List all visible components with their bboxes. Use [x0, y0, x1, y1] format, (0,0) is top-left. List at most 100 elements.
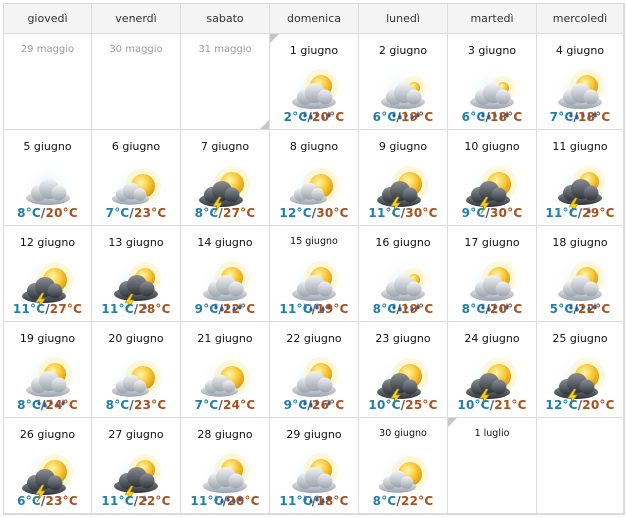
day-temperatures: 11°C/28°C	[92, 302, 180, 316]
day-header-0: giovedì	[4, 4, 92, 34]
day-cell[interactable]: 27 giugno 11°C/22°C	[92, 418, 181, 514]
day-cell[interactable]: 9 giugno 11°C/30°C	[359, 130, 448, 226]
max-temperature: 20°C	[490, 302, 523, 316]
day-cell[interactable]: 7 giugno 8°C/27°C	[181, 130, 270, 226]
max-temperature: 22°C	[138, 494, 171, 508]
max-temperature: 26°C	[312, 398, 345, 412]
day-cell[interactable]: 24 giugno 10°C/21°C	[448, 322, 537, 418]
day-cell[interactable]: 14 giugno 9°C/22°C	[181, 226, 270, 322]
day-cell[interactable]: 11 giugno 11°C/29°C	[537, 130, 624, 226]
day-temperatures: 7°C/18°C	[537, 110, 623, 124]
day-temperatures: 6°C/18°C	[448, 110, 536, 124]
day-temperatures: 6°C/19°C	[359, 110, 447, 124]
day-date: 29 maggio	[20, 44, 75, 55]
min-temperature: 10°C	[368, 398, 401, 412]
max-temperature: 19°C	[316, 302, 349, 316]
max-temperature: 20°C	[45, 206, 78, 220]
day-date: 5 giugno	[23, 140, 72, 153]
min-temperature: 8°C	[17, 398, 41, 412]
day-cell[interactable]: 16 giugno 8°C/19°C	[359, 226, 448, 322]
max-temperature: 23°C	[134, 206, 167, 220]
day-temperatures: 2°C/20°C	[270, 110, 358, 124]
min-temperature: 7°C	[105, 206, 130, 220]
day-temperatures: 8°C/20°C	[448, 302, 536, 316]
day-cell[interactable]: 26 giugno 6°C/23°C	[4, 418, 92, 514]
day-temperatures: 12°C/30°C	[270, 206, 358, 220]
day-cell[interactable]: 29 giugno 11°C/18°C	[270, 418, 359, 514]
day-cell[interactable]: 18 giugno 5°C/22°C	[537, 226, 624, 322]
max-temperature: 20°C	[582, 398, 615, 412]
day-cell[interactable]: 5 giugno 8°C/20°C	[4, 130, 92, 226]
day-cell[interactable]: 22 giugno 9°C/26°C	[270, 322, 359, 418]
day-temperatures: 8°C/24°C	[4, 398, 91, 412]
max-temperature: 22°C	[578, 302, 611, 316]
day-cell[interactable]: 25 giugno 12°C/20°C	[537, 322, 624, 418]
day-date: 10 giugno	[464, 140, 520, 153]
day-temperatures: 8°C/27°C	[181, 206, 269, 220]
day-cell[interactable]: 12 giugno 11°C/27°C	[4, 226, 92, 322]
min-temperature: 11°C	[545, 206, 578, 220]
day-date: 25 giugno	[552, 332, 608, 345]
max-temperature: 23°C	[45, 494, 78, 508]
day-cell[interactable]: 8 giugno 12°C/30°C	[270, 130, 359, 226]
day-cell[interactable]: 19 giugno 8°C/24°C	[4, 322, 92, 418]
day-cell[interactable]: 10 giugno 9°C/30°C	[448, 130, 537, 226]
max-temperature: 18°C	[490, 110, 523, 124]
day-cell[interactable]: 23 giugno 10°C/25°C	[359, 322, 448, 418]
day-temperatures: 11°C/22°C	[92, 494, 180, 508]
day-cell[interactable]: 4 giugno 7°C/18°C	[537, 34, 624, 130]
day-cell[interactable]: 13 giugno 11°C/28°C	[92, 226, 181, 322]
min-temperature: 9°C	[194, 302, 219, 316]
day-cell[interactable]: 30 giugno 8°C/22°C	[359, 418, 448, 514]
min-temperature: 11°C	[12, 302, 46, 316]
day-date: 7 giugno	[200, 140, 250, 153]
day-cell[interactable]: 6 giugno 7°C/23°C	[92, 130, 181, 226]
day-header-4: lunedì	[359, 4, 448, 34]
max-temperature: 29°C	[582, 206, 615, 220]
day-cell[interactable]: 30 maggio	[92, 34, 181, 130]
min-temperature: 12°C	[545, 398, 578, 412]
day-cell[interactable]: 3 giugno 6°C/18°C	[448, 34, 537, 130]
day-cell[interactable]: 20 giugno 8°C/23°C	[92, 322, 181, 418]
max-temperature: 20°C	[227, 494, 260, 508]
min-temperature: 7°C	[549, 110, 574, 124]
day-date: 16 giugno	[375, 236, 431, 249]
min-temperature: 6°C	[17, 494, 41, 508]
min-temperature: 7°C	[194, 398, 219, 412]
max-temperature: 19°C	[401, 302, 434, 316]
day-temperatures: 8°C/22°C	[359, 494, 447, 508]
day-cell[interactable]: 28 giugno 11°C/20°C	[181, 418, 270, 514]
day-cell	[537, 418, 624, 514]
day-date: 6 giugno	[111, 140, 161, 153]
day-cell[interactable]: 1 luglio	[448, 418, 537, 514]
min-temperature: 11°C	[279, 302, 312, 316]
min-temperature: 11°C	[190, 494, 223, 508]
min-temperature: 10°C	[457, 398, 490, 412]
day-temperatures: 8°C/23°C	[92, 398, 180, 412]
day-date: 11 giugno	[552, 140, 608, 153]
day-temperatures: 11°C/18°C	[270, 494, 358, 508]
day-cell[interactable]: 21 giugno 7°C/24°C	[181, 322, 270, 418]
day-temperatures: 12°C/20°C	[537, 398, 623, 412]
min-temperature: 8°C	[105, 398, 130, 412]
min-temperature: 6°C	[372, 110, 397, 124]
day-cell[interactable]: 29 maggio	[4, 34, 92, 130]
day-cell[interactable]: 1 giugno 2°C/20°C	[270, 34, 359, 130]
min-temperature: 8°C	[372, 494, 397, 508]
day-cell[interactable]: 31 maggio	[181, 34, 270, 130]
max-temperature: 30°C	[405, 206, 438, 220]
min-temperature: 9°C	[461, 206, 486, 220]
day-cell[interactable]: 17 giugno 8°C/20°C	[448, 226, 537, 322]
day-cell[interactable]: 2 giugno 6°C/19°C	[359, 34, 448, 130]
max-temperature: 30°C	[490, 206, 523, 220]
day-date: 2 giugno	[378, 44, 428, 57]
min-temperature: 8°C	[17, 206, 41, 220]
day-temperatures: 9°C/26°C	[270, 398, 358, 412]
day-cell[interactable]: 15 giugno 11°C/19°C	[270, 226, 359, 322]
weather-calendar: giovedì venerdì sabato domenica lunedì marted…	[3, 3, 625, 515]
max-temperature: 18°C	[578, 110, 611, 124]
day-date: 30 giugno	[379, 428, 427, 439]
max-temperature: 25°C	[405, 398, 438, 412]
min-temperature: 9°C	[283, 398, 308, 412]
day-temperatures: 11°C/20°C	[181, 494, 269, 508]
